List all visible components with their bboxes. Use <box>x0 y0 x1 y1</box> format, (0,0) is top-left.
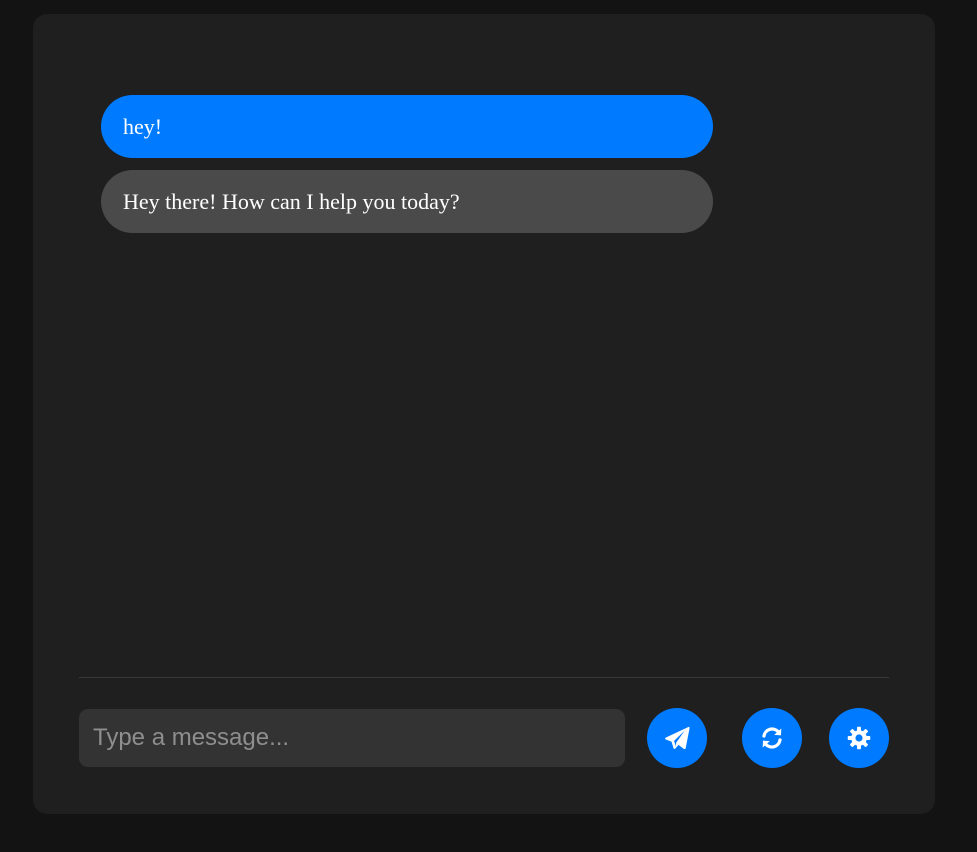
chat-window: hey! Hey there! How can I help you today… <box>33 14 935 814</box>
message-text: Hey there! How can I help you today? <box>123 188 460 214</box>
settings-button[interactable] <box>829 708 889 768</box>
user-message: hey! <box>101 95 713 158</box>
refresh-button[interactable] <box>742 708 802 768</box>
message-input[interactable] <box>79 709 625 767</box>
message-text: hey! <box>123 113 163 139</box>
assistant-message: Hey there! How can I help you today? <box>101 170 713 233</box>
composer-divider <box>79 677 889 678</box>
gear-icon <box>847 726 871 750</box>
message-list: hey! Hey there! How can I help you today… <box>101 95 713 245</box>
send-button[interactable] <box>647 708 707 768</box>
paper-plane-icon <box>665 726 690 750</box>
composer <box>79 708 889 768</box>
refresh-icon <box>762 727 782 749</box>
